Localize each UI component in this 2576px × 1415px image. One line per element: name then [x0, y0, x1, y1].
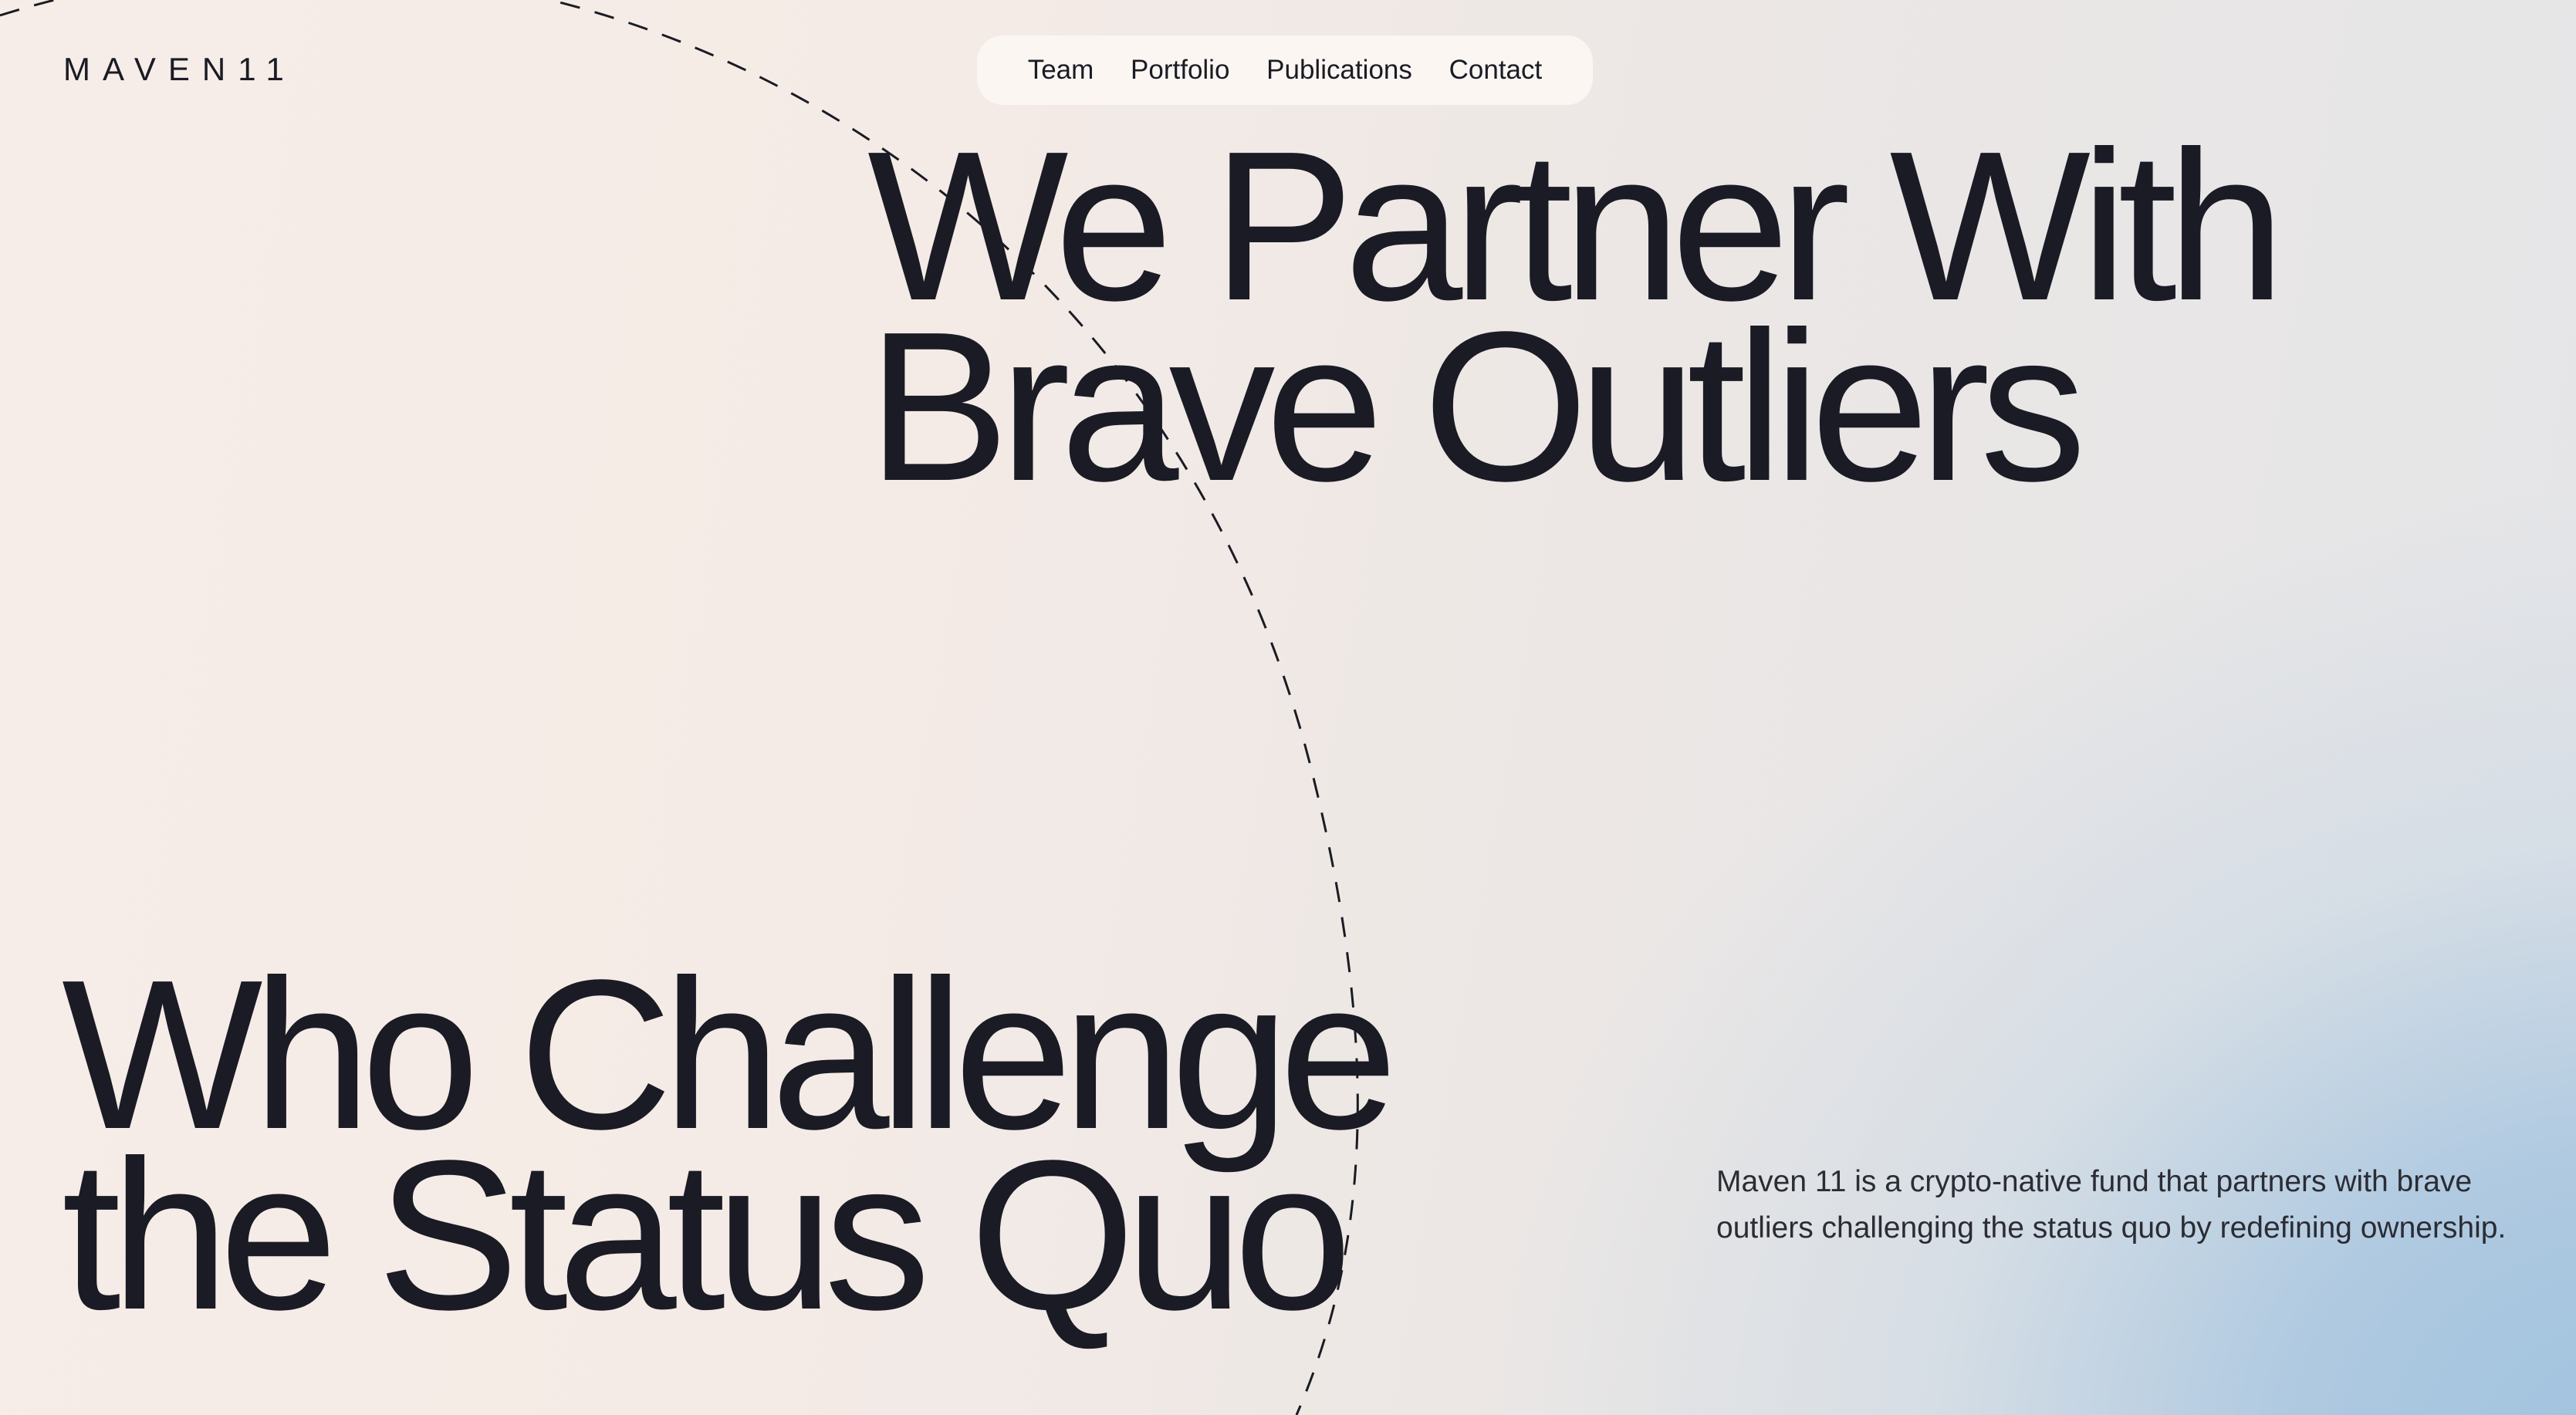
nav-item-publications[interactable]: Publications	[1266, 55, 1412, 86]
main-nav: Team Portfolio Publications Contact	[977, 35, 1593, 105]
nav-item-contact[interactable]: Contact	[1449, 55, 1543, 86]
hero-headline-top: We Partner With Brave Outliers	[867, 120, 2285, 525]
nav-item-team[interactable]: Team	[1028, 55, 1094, 86]
hero-description: Maven 11 is a crypto-native fund that pa…	[1716, 1165, 2507, 1244]
hero-headline-top-line-2: Brave Outliers	[867, 288, 2087, 525]
nav-item-portfolio[interactable]: Portfolio	[1131, 55, 1229, 86]
hero-headline-bottom-line-2: the Status Quo	[62, 1116, 1352, 1354]
hero-headline-bottom: Who Challenge the Status Quo	[62, 948, 1398, 1354]
brand-logo[interactable]: MAVEN11	[63, 51, 296, 88]
